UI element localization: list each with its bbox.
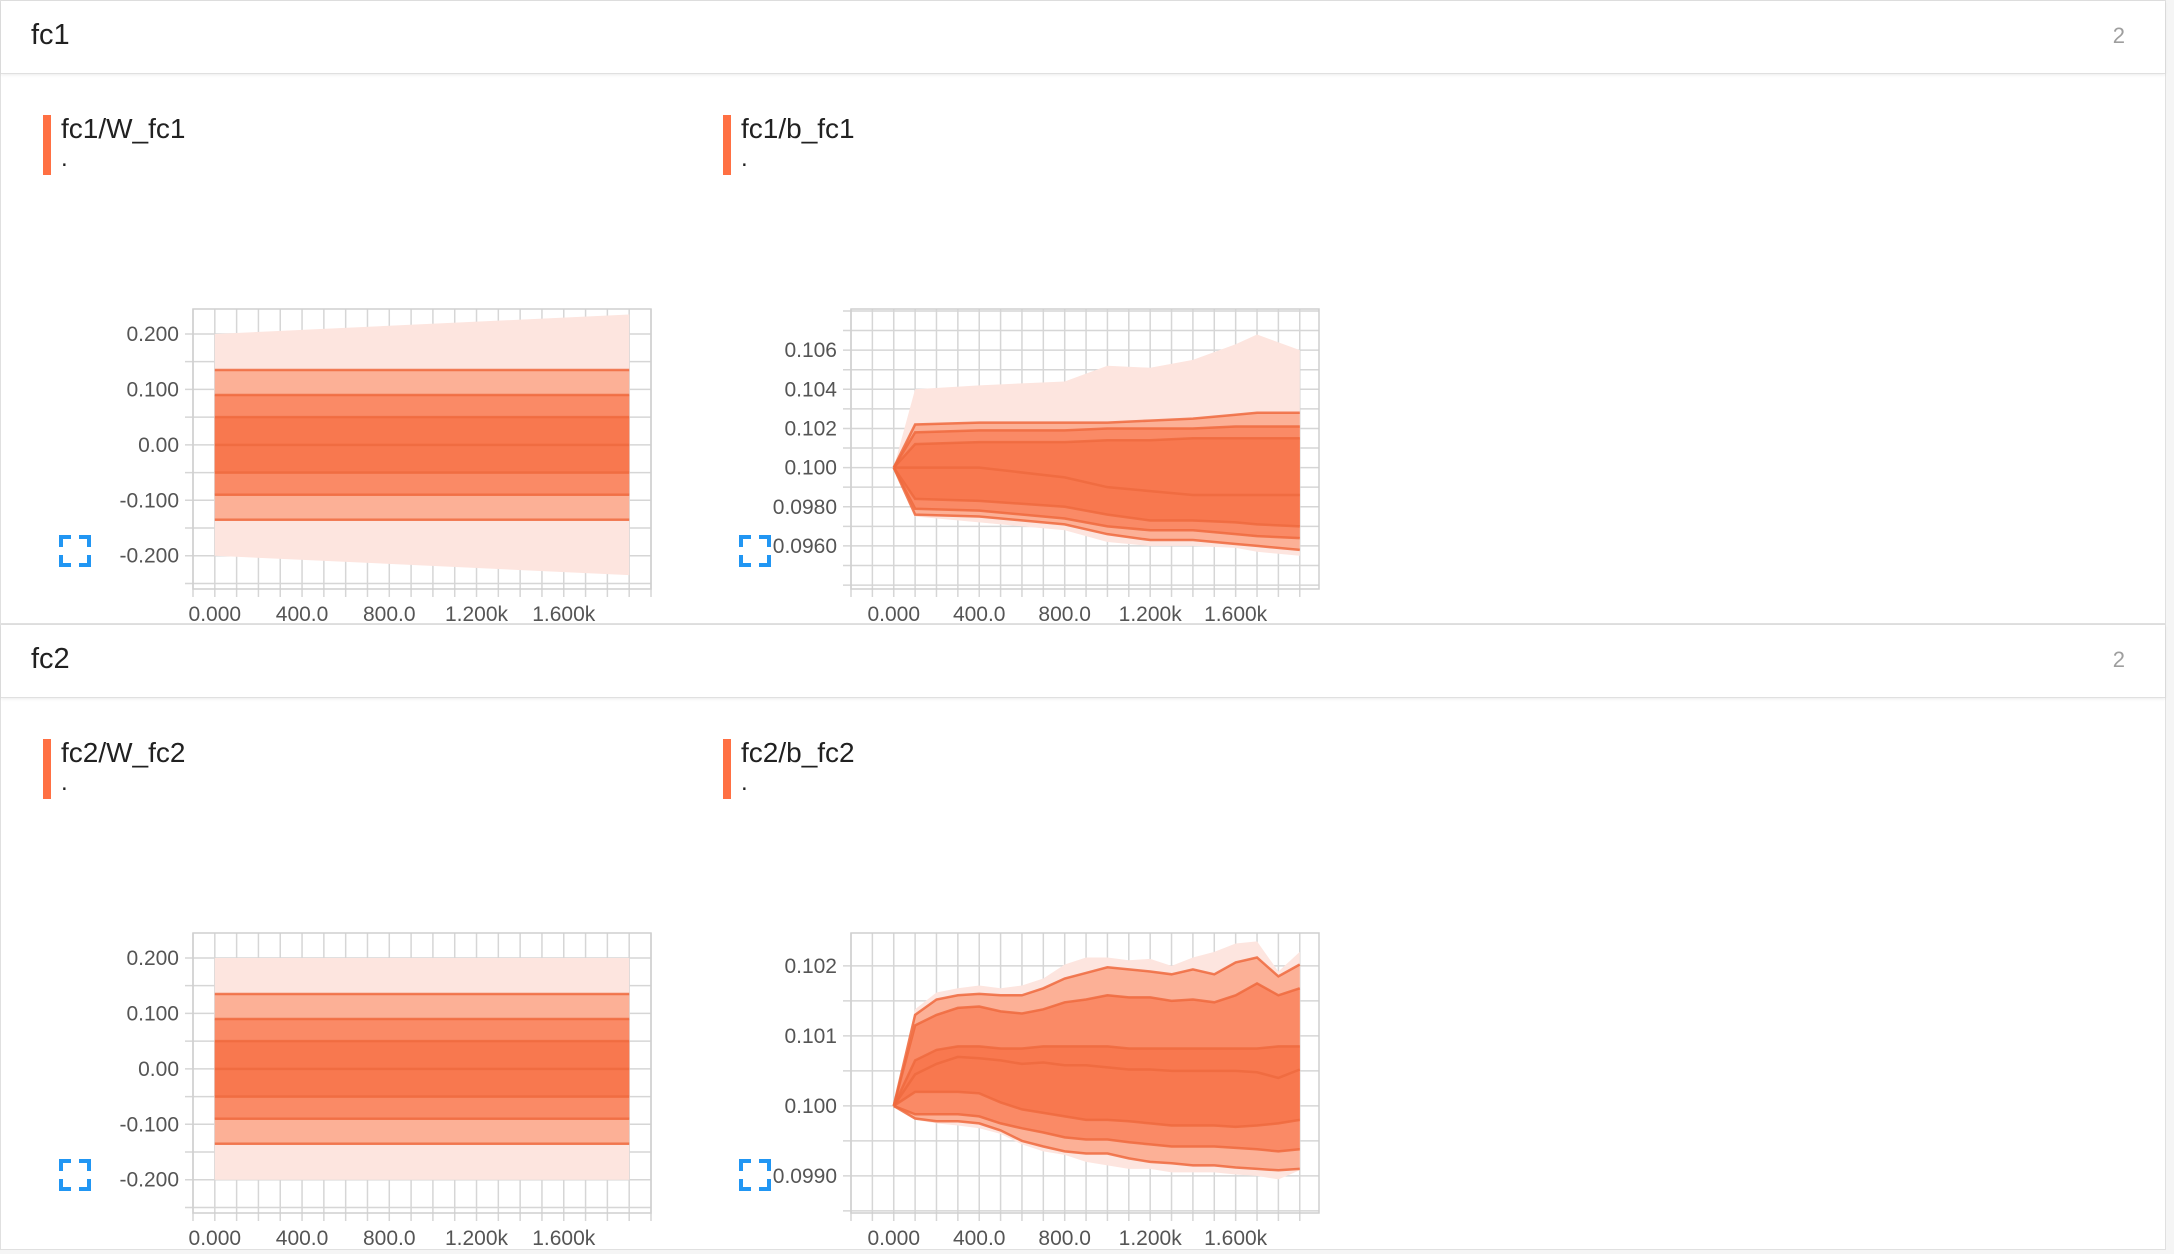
section-fc2: fc2 2 fc2/W_fc2 . 0.200 0.100 0.00 -0.100 -0… — [0, 624, 2166, 1250]
x-tick-label: 1.600k — [532, 1227, 596, 1250]
histogram-chart: 0.200 0.100 0.00 -0.100 -0.200 0.000 400.0 800.… — [119, 308, 652, 626]
x-tick-label: 0.000 — [189, 1227, 242, 1250]
histogram-chart: 0.102 0.101 0.100 0.0990 0.000 400.0 800.0 1.20… — [773, 932, 1320, 1250]
y-tick-label: 0.101 — [784, 1025, 837, 1048]
y-tick-label: 0.106 — [784, 339, 837, 362]
fullscreen-expand-icon[interactable] — [739, 1159, 771, 1191]
section-title: fc1 — [31, 19, 70, 51]
y-tick-label: 0.100 — [126, 1002, 179, 1025]
y-tick-label: -0.100 — [119, 1113, 179, 1136]
chart-subtitle: . — [61, 769, 68, 796]
x-tick-label: 1.200k — [445, 1227, 509, 1250]
chart-card-fc1-w: fc1/W_fc1 . 0.200 0.100 0.00 -0.100 -0.200 0.… — [43, 113, 683, 626]
y-tick-label: 0.102 — [784, 417, 837, 440]
section-count-badge: 2 — [2112, 23, 2125, 48]
chart-card-fc2-b: fc2/b_fc2 . 0.102 0.101 0.100 0.0990 0.000 40… — [723, 737, 1363, 1250]
y-tick-label: 0.200 — [126, 947, 179, 970]
section-count-badge: 2 — [2112, 647, 2125, 672]
x-tick-label: 1.200k — [445, 603, 509, 626]
x-tick-label: 1.600k — [1204, 603, 1268, 626]
x-tick-label: 1.600k — [1204, 1227, 1268, 1250]
histogram-chart: 0.106 0.104 0.102 0.100 0.0980 0.0960 0.000 400… — [773, 308, 1320, 626]
x-tick-label: 1.200k — [1119, 1227, 1183, 1250]
card-accent-bar — [43, 115, 51, 175]
y-tick-label: 0.100 — [784, 457, 837, 480]
y-tick-label: 0.102 — [784, 955, 837, 978]
chart-title: fc2/W_fc2 — [61, 737, 186, 768]
section-header[interactable]: fc1 2 — [1, 1, 2165, 74]
section-title: fc2 — [31, 643, 70, 675]
card-accent-bar — [43, 739, 51, 799]
chart-subtitle: . — [741, 769, 748, 796]
y-tick-label: 0.200 — [126, 323, 179, 346]
card-accent-bar — [723, 739, 731, 799]
x-tick-label: 400.0 — [953, 1227, 1006, 1250]
x-tick-label: 0.000 — [867, 603, 920, 626]
y-tick-label: 0.100 — [126, 378, 179, 401]
chart-subtitle: . — [741, 145, 748, 172]
x-tick-label: 0.000 — [189, 603, 242, 626]
y-tick-label: 0.0980 — [773, 496, 837, 519]
x-tick-label: 1.200k — [1119, 603, 1183, 626]
x-tick-label: 800.0 — [1038, 1227, 1091, 1250]
fullscreen-expand-icon[interactable] — [59, 1159, 91, 1191]
card-accent-bar — [723, 115, 731, 175]
chart-title: fc2/b_fc2 — [741, 737, 855, 768]
section-fc1: fc1 2 fc1/W_fc1 . 0.200 0.100 0.00 -0.100 -0… — [0, 0, 2166, 626]
histogram-chart: 0.200 0.100 0.00 -0.100 -0.200 0.000 400.0 800.… — [119, 932, 652, 1250]
x-tick-label: 800.0 — [1038, 603, 1091, 626]
chart-title: fc1/b_fc1 — [741, 113, 855, 144]
section-header[interactable]: fc2 2 — [1, 625, 2165, 698]
y-tick-label: 0.100 — [784, 1095, 837, 1118]
x-tick-label: 400.0 — [953, 603, 1006, 626]
chart-subtitle: . — [61, 145, 68, 172]
chart-card-fc2-w: fc2/W_fc2 . 0.200 0.100 0.00 -0.100 -0.200 0.… — [43, 737, 683, 1250]
chart-title: fc1/W_fc1 — [61, 113, 186, 144]
x-tick-label: 800.0 — [363, 603, 416, 626]
x-tick-label: 0.000 — [867, 1227, 920, 1250]
fullscreen-expand-icon[interactable] — [59, 535, 91, 567]
x-tick-label: 1.600k — [532, 603, 596, 626]
x-tick-label: 800.0 — [363, 1227, 416, 1250]
x-tick-label: 400.0 — [276, 603, 329, 626]
x-tick-label: 400.0 — [276, 1227, 329, 1250]
y-tick-label: 0.104 — [784, 378, 837, 401]
y-tick-label: -0.100 — [119, 489, 179, 512]
y-tick-label: 0.00 — [138, 434, 179, 457]
chart-card-fc1-b: fc1/b_fc1 . 0.106 0.104 0.102 0.100 0.0980 0.… — [723, 113, 1363, 626]
fullscreen-expand-icon[interactable] — [739, 535, 771, 567]
y-tick-label: 0.0960 — [773, 535, 837, 558]
y-tick-label: -0.200 — [119, 1169, 179, 1192]
y-tick-label: -0.200 — [119, 545, 179, 568]
y-tick-label: 0.0990 — [773, 1165, 837, 1188]
y-tick-label: 0.00 — [138, 1058, 179, 1081]
